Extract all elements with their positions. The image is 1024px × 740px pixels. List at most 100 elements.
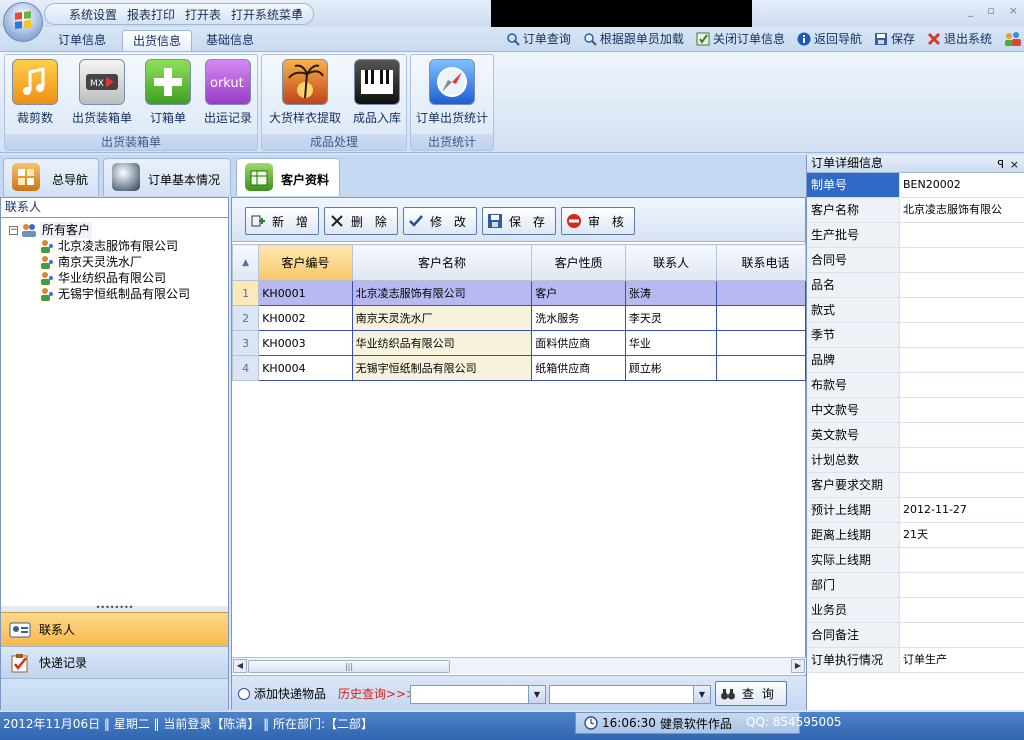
qat-open-system-menu[interactable]: 打开系统菜单 bbox=[231, 6, 303, 23]
cell-customer-type[interactable]: 洗水服务 bbox=[531, 305, 626, 331]
table-row[interactable]: 1 KH0001 北京凌志服饰有限公司 客户 张涛 bbox=[232, 280, 806, 306]
edit-button[interactable]: 修 改 bbox=[403, 207, 477, 235]
cell-contact[interactable]: 顾立彬 bbox=[624, 355, 718, 381]
tree-item-customer[interactable]: 北京凌志服饰有限公司 bbox=[9, 238, 228, 254]
table-row[interactable]: 4 KH0004 无锡宇恒纸制品有限公司 纸箱供应商 顾立彬 bbox=[232, 355, 806, 381]
tab-order-basics[interactable]: 订单基本情况 bbox=[103, 158, 231, 196]
table-row[interactable]: 3 KH0003 华业纺织品有限公司 面料供应商 华业 bbox=[232, 330, 806, 356]
tab-shipping-info[interactable]: 出货信息 bbox=[122, 30, 193, 51]
column-customer-type[interactable]: 客户性质 bbox=[531, 244, 626, 281]
column-customer-id[interactable]: 客户编号 bbox=[258, 244, 353, 281]
property-value[interactable] bbox=[900, 423, 1024, 447]
property-value[interactable] bbox=[900, 223, 1024, 247]
order-shipping-stats-button[interactable]: 订单出货统计 bbox=[414, 59, 490, 126]
cell-customer-id[interactable]: KH0004 bbox=[258, 355, 353, 381]
tree-item-customer[interactable]: 无锡宇恒纸制品有限公司 bbox=[9, 286, 228, 302]
bulk-sample-extract-button[interactable]: 大货样衣提取 bbox=[265, 59, 345, 126]
property-row[interactable]: 英文款号 bbox=[807, 423, 1024, 448]
property-value[interactable] bbox=[900, 248, 1024, 272]
shipment-record-button[interactable]: orkut 出运记录 bbox=[201, 59, 255, 126]
property-value[interactable] bbox=[900, 448, 1024, 472]
tab-basic-info[interactable]: 基础信息 bbox=[196, 30, 264, 51]
restore-button[interactable]: ▫ bbox=[987, 4, 994, 17]
cell-contact[interactable]: 华业 bbox=[624, 330, 718, 356]
close-order-info-button[interactable]: 关闭订单信息 bbox=[696, 30, 785, 47]
cell-phone[interactable] bbox=[716, 355, 806, 381]
cutting-count-button[interactable]: 裁剪数 bbox=[9, 59, 61, 126]
users-icon[interactable] bbox=[1004, 31, 1022, 47]
property-value[interactable]: 订单生产 bbox=[900, 648, 1024, 672]
pin-icon[interactable]: ꟼ bbox=[997, 156, 1004, 173]
load-by-merchandiser-button[interactable]: 根据跟单员加载 bbox=[583, 30, 684, 47]
property-row[interactable]: 订单执行情况 订单生产 bbox=[807, 648, 1024, 673]
qat-open-table[interactable]: 打开表 bbox=[185, 6, 221, 23]
scroll-left-icon[interactable]: ◀ bbox=[233, 659, 247, 673]
tab-customer-data[interactable]: 客户资料 bbox=[236, 158, 340, 196]
delete-button[interactable]: 删 除 bbox=[324, 207, 398, 235]
cell-customer-name[interactable]: 北京凌志服饰有限公司 bbox=[351, 280, 533, 306]
property-row[interactable]: 款式 bbox=[807, 298, 1024, 323]
property-row[interactable]: 业务员 bbox=[807, 598, 1024, 623]
history-combo-2[interactable]: ▼ bbox=[549, 685, 711, 704]
sort-indicator-icon[interactable]: ▲ bbox=[232, 244, 260, 281]
cell-customer-name[interactable]: 南京天灵洗水厂 bbox=[351, 305, 533, 331]
save-button[interactable]: 保 存 bbox=[482, 207, 556, 235]
tab-main-navigation[interactable]: 总导航 bbox=[3, 158, 99, 196]
property-value[interactable] bbox=[900, 323, 1024, 347]
property-value[interactable]: 北京凌志服饰有限公 bbox=[900, 198, 1024, 222]
property-value[interactable] bbox=[900, 373, 1024, 397]
chevron-down-icon[interactable]: ▼ bbox=[528, 686, 545, 703]
property-row[interactable]: 制单号 BEN20002 bbox=[807, 173, 1024, 198]
radio-circle[interactable] bbox=[238, 687, 250, 700]
tree-collapse-toggle[interactable]: − bbox=[9, 225, 18, 235]
cell-customer-id[interactable]: KH0001 bbox=[258, 280, 353, 306]
cell-customer-name[interactable]: 华业纺织品有限公司 bbox=[351, 330, 533, 356]
property-value[interactable]: 2012-11-27 bbox=[900, 498, 1024, 522]
property-value[interactable] bbox=[900, 573, 1024, 597]
property-row[interactable]: 部门 bbox=[807, 573, 1024, 598]
cell-contact[interactable]: 张涛 bbox=[624, 280, 718, 306]
contacts-nav-button[interactable]: 联系人 bbox=[1, 612, 228, 646]
property-value[interactable] bbox=[900, 623, 1024, 647]
cell-contact[interactable]: 李天灵 bbox=[624, 305, 718, 331]
query-button[interactable]: 查 询 bbox=[715, 681, 787, 706]
cell-customer-type[interactable]: 面料供应商 bbox=[531, 330, 626, 356]
finished-goods-in-button[interactable]: 成品入库 bbox=[350, 59, 404, 126]
shipping-packing-list-button[interactable]: MX 出货装箱单 bbox=[69, 59, 135, 126]
scroll-right-icon[interactable]: ▶ bbox=[791, 659, 805, 673]
express-record-nav-button[interactable]: 快递记录 bbox=[1, 646, 228, 678]
add-express-radio[interactable]: 添加快递物品 bbox=[238, 685, 326, 702]
approve-button[interactable]: 审 核 bbox=[561, 207, 635, 235]
property-row[interactable]: 中文款号 bbox=[807, 398, 1024, 423]
add-button[interactable]: 新 增 bbox=[245, 207, 319, 235]
history-query-link[interactable]: 历史查询>>> bbox=[338, 685, 416, 702]
cell-phone[interactable] bbox=[716, 330, 806, 356]
app-menu-orb[interactable] bbox=[3, 2, 43, 42]
qat-report-print[interactable]: 报表打印 bbox=[127, 6, 175, 23]
exit-system-button[interactable]: 退出系统 bbox=[927, 30, 992, 47]
property-row[interactable]: 客户要求交期 bbox=[807, 473, 1024, 498]
tree-root-all-customers[interactable]: − 所有客户 bbox=[9, 222, 228, 238]
scroll-thumb[interactable]: ||| bbox=[248, 660, 450, 673]
property-row[interactable]: 计划总数 bbox=[807, 448, 1024, 473]
property-row[interactable]: 生产批号 bbox=[807, 223, 1024, 248]
property-value[interactable] bbox=[900, 598, 1024, 622]
cell-phone[interactable] bbox=[716, 305, 806, 331]
property-row[interactable]: 客户名称 北京凌志服饰有限公 bbox=[807, 198, 1024, 223]
order-query-button[interactable]: 订单查询 bbox=[506, 30, 571, 47]
box-order-button[interactable]: 订箱单 bbox=[143, 59, 193, 126]
table-row[interactable]: 2 KH0002 南京天灵洗水厂 洗水服务 李天灵 bbox=[232, 305, 806, 331]
property-row[interactable]: 品名 bbox=[807, 273, 1024, 298]
property-row[interactable]: 距离上线期 21天 bbox=[807, 523, 1024, 548]
property-row[interactable]: 布款号 bbox=[807, 373, 1024, 398]
property-value[interactable] bbox=[900, 548, 1024, 572]
cell-customer-id[interactable]: KH0003 bbox=[258, 330, 353, 356]
property-row[interactable]: 合同号 bbox=[807, 248, 1024, 273]
column-contact[interactable]: 联系人 bbox=[624, 244, 718, 281]
property-value[interactable] bbox=[900, 473, 1024, 497]
minimize-button[interactable]: _ bbox=[968, 4, 974, 17]
property-value[interactable] bbox=[900, 398, 1024, 422]
qat-customize-icon[interactable]: ▾ bbox=[296, 6, 301, 17]
property-row[interactable]: 季节 bbox=[807, 323, 1024, 348]
cell-customer-name[interactable]: 无锡宇恒纸制品有限公司 bbox=[351, 355, 533, 381]
